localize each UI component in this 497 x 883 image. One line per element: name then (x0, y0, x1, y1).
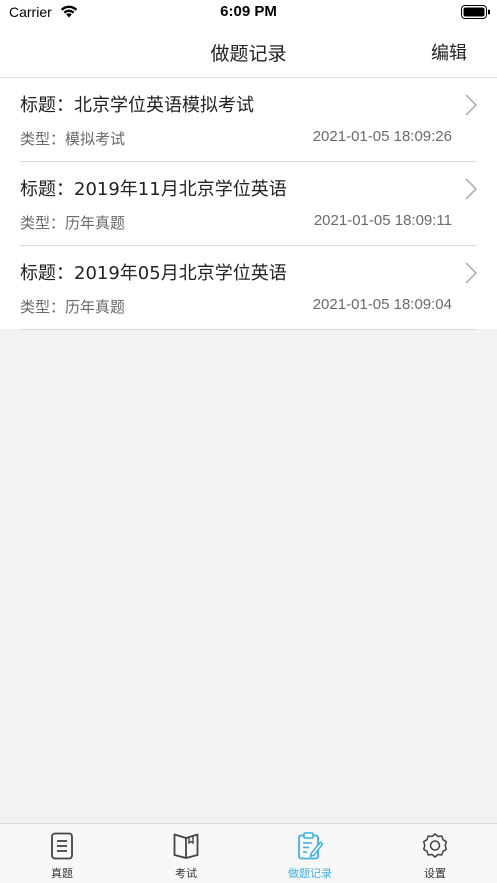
chevron-right-icon (465, 178, 477, 200)
battery-icon (461, 5, 490, 19)
record-title: 标题：北京学位英语模拟考试 (20, 95, 254, 116)
tab-bar: 真题 考试 做题记录 设置 (0, 823, 497, 883)
chevron-right-icon (465, 94, 477, 116)
document-icon (51, 832, 73, 860)
book-icon (173, 833, 199, 859)
tab-label: 设置 (424, 867, 446, 880)
record-item[interactable]: 标题：北京学位英语模拟考试 类型：模拟考试 2021-01-05 18:09:2… (20, 78, 477, 162)
record-title: 标题：2019年05月北京学位英语 (20, 263, 287, 284)
tab-practice-records[interactable]: 做题记录 (248, 824, 372, 883)
record-title: 标题：2019年11月北京学位英语 (20, 179, 287, 200)
tab-label: 考试 (175, 867, 197, 880)
record-type: 类型：历年真题 (20, 214, 126, 232)
tab-label: 做题记录 (288, 867, 332, 880)
clipboard-edit-icon (298, 832, 323, 860)
tab-real-exams[interactable]: 真题 (0, 824, 124, 883)
record-type: 类型：模拟考试 (20, 130, 126, 148)
tab-settings[interactable]: 设置 (373, 824, 497, 883)
record-item[interactable]: 标题：2019年05月北京学位英语 类型：历年真题 2021-01-05 18:… (20, 246, 477, 330)
navigation-bar: 做题记录 编辑 (0, 28, 497, 78)
record-type: 类型：历年真题 (20, 298, 126, 316)
record-date: 2021-01-05 18:09:11 (313, 212, 452, 229)
chevron-right-icon (465, 262, 477, 284)
record-list: 标题：北京学位英语模拟考试 类型：模拟考试 2021-01-05 18:09:2… (0, 78, 497, 330)
tab-label: 真题 (51, 867, 73, 880)
page-title: 做题记录 (210, 43, 287, 65)
status-time: 6:09 PM (220, 3, 277, 20)
status-bar: Carrier 6:09 PM (0, 0, 497, 28)
edit-button[interactable]: 编辑 (431, 39, 467, 65)
record-date: 2021-01-05 18:09:04 (312, 296, 452, 313)
record-date: 2021-01-05 18:09:26 (312, 128, 452, 145)
record-item[interactable]: 标题：2019年11月北京学位英语 类型：历年真题 2021-01-05 18:… (20, 162, 477, 246)
tab-exam[interactable]: 考试 (124, 824, 248, 883)
gear-icon (422, 833, 448, 858)
